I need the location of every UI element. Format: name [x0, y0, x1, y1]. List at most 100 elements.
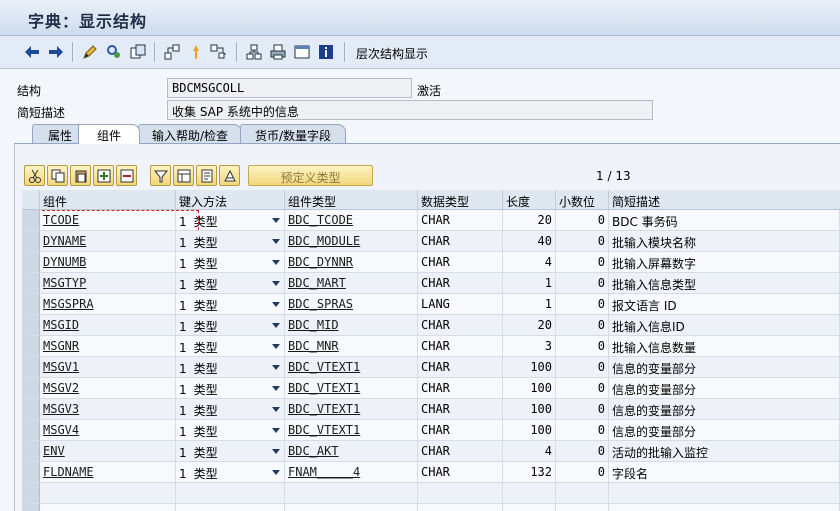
- component-type-cell[interactable]: BDC_TCODE: [285, 210, 418, 230]
- component-type-cell[interactable]: BDC_MID: [285, 315, 418, 335]
- length-cell[interactable]: 40: [503, 231, 556, 251]
- short-description-cell[interactable]: 批输入信息数量: [609, 336, 840, 356]
- table-detail-icon[interactable]: [173, 165, 194, 186]
- component-cell[interactable]: MSGNR: [40, 336, 176, 356]
- length-cell[interactable]: 3: [503, 336, 556, 356]
- data-type-cell[interactable]: CHAR: [418, 378, 503, 398]
- row-selector[interactable]: [22, 252, 40, 272]
- typing-method-cell[interactable]: 1 类型: [176, 378, 285, 398]
- decimals-cell[interactable]: 0: [556, 378, 609, 398]
- data-type-cell[interactable]: LANG: [418, 294, 503, 314]
- data-type-cell[interactable]: CHAR: [418, 462, 503, 482]
- dropdown-arrow-icon[interactable]: [272, 428, 280, 433]
- where-used-icon[interactable]: [208, 42, 228, 62]
- dropdown-arrow-icon[interactable]: [272, 344, 280, 349]
- table-row[interactable]: MSGID 1 类型 BDC_MID CHAR 20 0 批输入信息ID: [22, 315, 840, 336]
- dropdown-arrow-icon[interactable]: [272, 365, 280, 370]
- component-type-cell[interactable]: BDC_MART: [285, 273, 418, 293]
- header-short-description[interactable]: 简短描述: [609, 190, 840, 210]
- data-type-cell[interactable]: CHAR: [418, 336, 503, 356]
- dropdown-arrow-icon[interactable]: [272, 218, 280, 223]
- data-type-cell[interactable]: [418, 504, 503, 511]
- typing-method-cell[interactable]: 1 类型: [176, 357, 285, 377]
- typing-method-cell[interactable]: 1 类型: [176, 462, 285, 482]
- component-cell[interactable]: MSGV4: [40, 420, 176, 440]
- typing-method-cell[interactable]: 1 类型: [176, 399, 285, 419]
- header-component[interactable]: 组件: [40, 190, 176, 210]
- component-cell[interactable]: TCODE: [40, 210, 176, 230]
- length-cell[interactable]: 4: [503, 252, 556, 272]
- decimals-cell[interactable]: [556, 483, 609, 503]
- header-data-type[interactable]: 数据类型: [418, 190, 503, 210]
- component-type-cell[interactable]: [285, 504, 418, 511]
- decimals-cell[interactable]: 0: [556, 420, 609, 440]
- table-row[interactable]: DYNAME 1 类型 BDC_MODULE CHAR 40 0 批输入模块名称: [22, 231, 840, 252]
- short-description-cell[interactable]: 报文语言 ID: [609, 294, 840, 314]
- decimals-cell[interactable]: 0: [556, 336, 609, 356]
- short-description-cell[interactable]: 批输入模块名称: [609, 231, 840, 251]
- table-row[interactable]: [22, 483, 840, 504]
- row-selector[interactable]: [22, 420, 40, 440]
- built-in-type-icon[interactable]: [219, 165, 240, 186]
- decimals-cell[interactable]: 0: [556, 252, 609, 272]
- data-type-cell[interactable]: CHAR: [418, 210, 503, 230]
- table-row[interactable]: MSGSPRA 1 类型 BDC_SPRAS LANG 1 0 报文语言 ID: [22, 294, 840, 315]
- paste-icon[interactable]: [70, 165, 91, 186]
- component-cell[interactable]: ENV: [40, 441, 176, 461]
- table-row[interactable]: ENV 1 类型 BDC_AKT CHAR 4 0 活动的批输入监控: [22, 441, 840, 462]
- short-description-cell[interactable]: 信息的变量部分: [609, 399, 840, 419]
- dropdown-arrow-icon[interactable]: [272, 323, 280, 328]
- data-type-cell[interactable]: CHAR: [418, 273, 503, 293]
- data-type-cell[interactable]: CHAR: [418, 252, 503, 272]
- row-selector[interactable]: [22, 462, 40, 482]
- table-row[interactable]: MSGTYP 1 类型 BDC_MART CHAR 1 0 批输入信息类型: [22, 273, 840, 294]
- row-selector[interactable]: [22, 315, 40, 335]
- layout-icon[interactable]: [292, 42, 312, 62]
- dropdown-arrow-icon[interactable]: [272, 302, 280, 307]
- header-select-all[interactable]: [22, 190, 40, 210]
- print-icon[interactable]: [268, 42, 288, 62]
- short-description-cell[interactable]: 信息的变量部分: [609, 420, 840, 440]
- typing-method-cell[interactable]: 1 类型: [176, 336, 285, 356]
- short-description-cell[interactable]: 字段名: [609, 462, 840, 482]
- table-row[interactable]: [22, 504, 840, 511]
- decimals-cell[interactable]: 0: [556, 462, 609, 482]
- length-cell[interactable]: 100: [503, 378, 556, 398]
- typing-method-cell[interactable]: 1 类型: [176, 294, 285, 314]
- typing-method-cell[interactable]: 1 类型: [176, 273, 285, 293]
- component-type-cell[interactable]: BDC_MNR: [285, 336, 418, 356]
- header-typing-method[interactable]: 键入方法: [176, 190, 285, 210]
- row-selector[interactable]: [22, 357, 40, 377]
- row-selector[interactable]: [22, 378, 40, 398]
- short-description-cell[interactable]: 批输入信息ID: [609, 315, 840, 335]
- component-type-cell[interactable]: BDC_VTEXT1: [285, 399, 418, 419]
- component-type-cell[interactable]: BDC_MODULE: [285, 231, 418, 251]
- typing-method-cell[interactable]: 1 类型: [176, 210, 285, 230]
- structure-field[interactable]: BDCMSGCOLL: [167, 78, 412, 98]
- typing-method-cell[interactable]: 1 类型: [176, 231, 285, 251]
- table-row[interactable]: MSGV2 1 类型 BDC_VTEXT1 CHAR 100 0 信息的变量部分: [22, 378, 840, 399]
- copy-icon[interactable]: [47, 165, 68, 186]
- data-type-cell[interactable]: CHAR: [418, 315, 503, 335]
- decimals-cell[interactable]: 0: [556, 441, 609, 461]
- table-row[interactable]: MSGV4 1 类型 BDC_VTEXT1 CHAR 100 0 信息的变量部分: [22, 420, 840, 441]
- row-selector[interactable]: [22, 399, 40, 419]
- filter-icon[interactable]: [150, 165, 171, 186]
- component-type-cell[interactable]: BDC_SPRAS: [285, 294, 418, 314]
- length-cell[interactable]: 100: [503, 399, 556, 419]
- decimals-cell[interactable]: 0: [556, 273, 609, 293]
- length-cell[interactable]: 20: [503, 315, 556, 335]
- typing-method-cell[interactable]: 1 类型: [176, 315, 285, 335]
- component-cell[interactable]: [40, 483, 176, 503]
- length-cell[interactable]: 20: [503, 210, 556, 230]
- header-decimals[interactable]: 小数位: [556, 190, 609, 210]
- component-cell[interactable]: DYNUMB: [40, 252, 176, 272]
- activate-icon[interactable]: [186, 42, 206, 62]
- component-cell[interactable]: MSGV1: [40, 357, 176, 377]
- row-selector[interactable]: [22, 336, 40, 356]
- tab-input-help-check[interactable]: 输入帮助/检查: [138, 124, 242, 144]
- tab-components[interactable]: 组件: [78, 124, 140, 144]
- component-cell[interactable]: MSGV2: [40, 378, 176, 398]
- data-type-cell[interactable]: CHAR: [418, 399, 503, 419]
- row-selector[interactable]: [22, 294, 40, 314]
